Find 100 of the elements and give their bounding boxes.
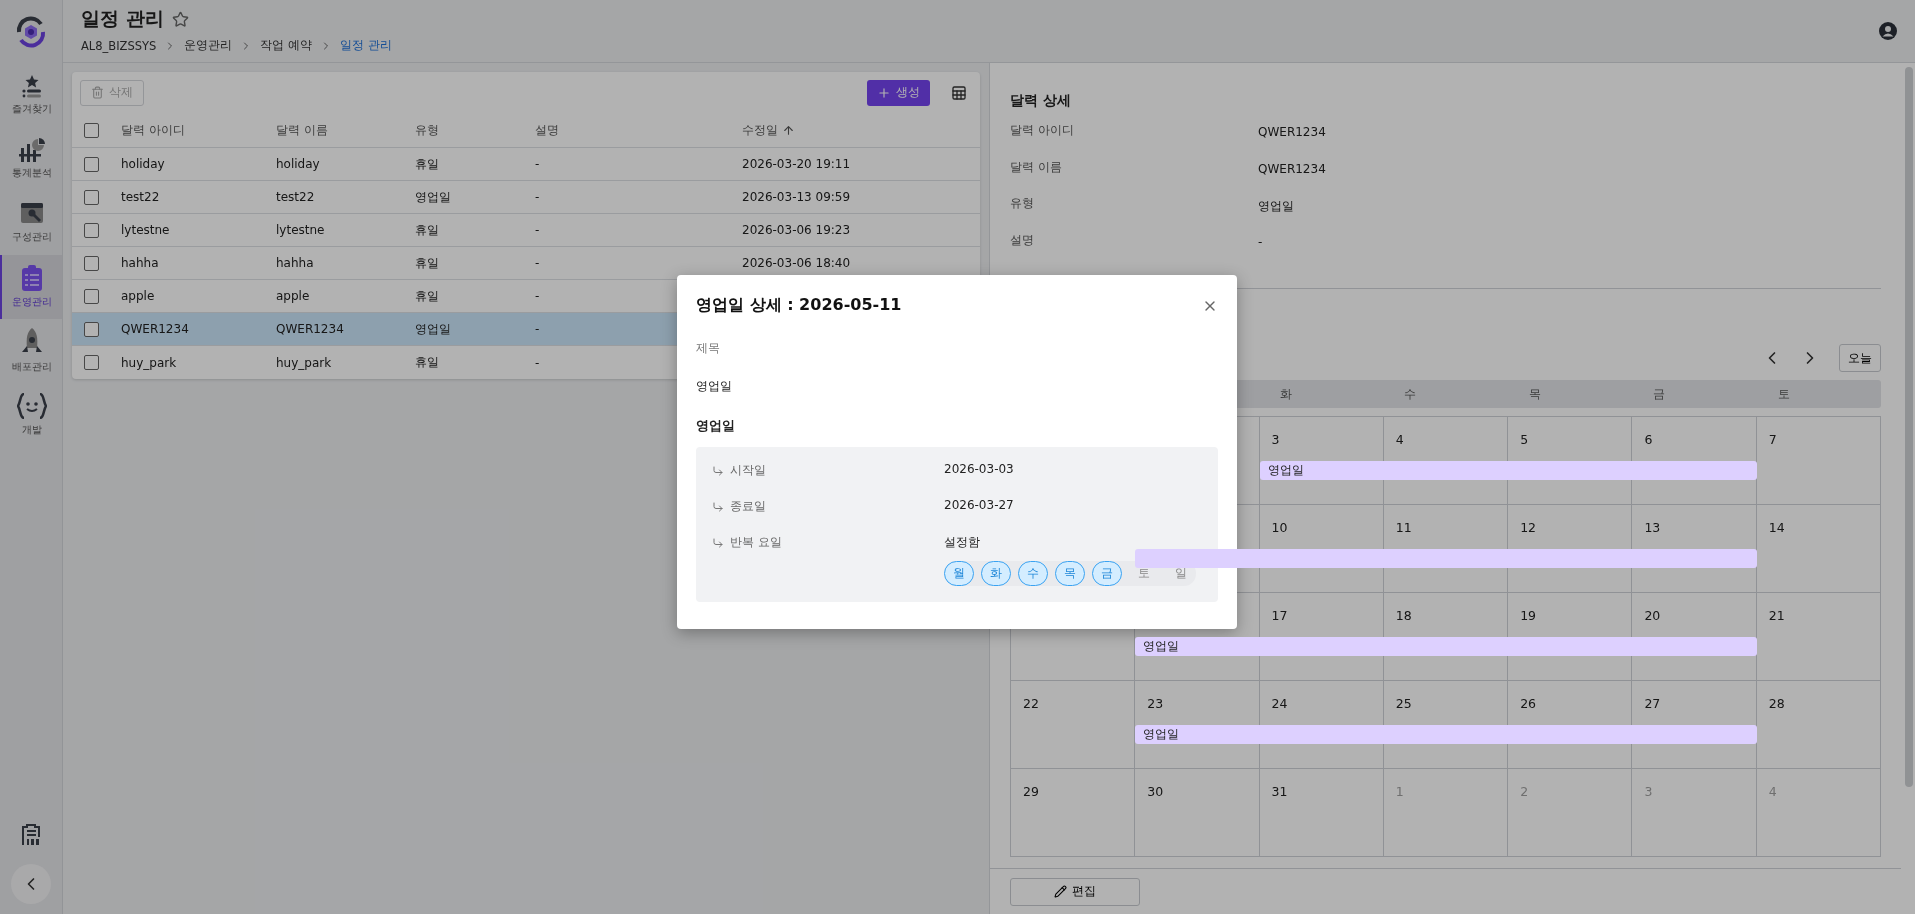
checkbox[interactable] [84, 321, 99, 337]
checkbox[interactable] [84, 189, 99, 205]
calendar-day[interactable]: 22 [1023, 696, 1039, 711]
field-value: 영업일 [696, 378, 733, 395]
table-cell-text: 휴일 [415, 254, 440, 272]
table-cell-text: 영업일 [415, 320, 452, 338]
calendar-day[interactable]: 30 [1147, 784, 1164, 799]
table-cell-text: test22 [121, 190, 161, 204]
page-title: 일정 관리 [81, 6, 164, 31]
checkbox[interactable] [84, 288, 99, 304]
section-title: 영업일 [696, 417, 736, 435]
event-bar[interactable]: 영업일 [1259, 461, 1757, 480]
sidebar-item[interactable]: 즐겨찾기 [0, 63, 62, 127]
table-cell-text: - [535, 322, 541, 336]
table-row[interactable]: holiday holiday 휴일 - 2026-03-20 19:11 [72, 148, 980, 181]
calendar-day[interactable]: 19 [1520, 608, 1537, 623]
table-cell-text: - [535, 157, 541, 171]
calendar-day[interactable]: 18 [1395, 608, 1412, 623]
breadcrumb-link[interactable]: AL8_BIZSSYS [81, 38, 157, 53]
create-button[interactable]: 생성 [867, 79, 930, 106]
section-title: 달력 상세 [1010, 91, 1072, 110]
breadcrumb-link[interactable]: 운영관리 [184, 38, 233, 53]
event-label: 영업일 [1143, 726, 1180, 743]
calendar-day[interactable]: 14 [1768, 520, 1785, 535]
calendar-day[interactable]: 10 [1271, 520, 1288, 535]
sidebar-item[interactable]: 운영관리 [0, 255, 62, 319]
sidebar-item[interactable]: 개발 [0, 383, 62, 447]
indent-arrow-icon [712, 500, 724, 513]
favorite-star-icon[interactable] [171, 10, 189, 28]
table-cell-text: - [535, 190, 541, 204]
table-cell-text: - [535, 223, 541, 237]
checkbox[interactable] [84, 355, 99, 370]
field-label: 유형 [1010, 195, 1035, 212]
table-cell-text: - [535, 256, 541, 270]
table-cell-text: 2026-03-06 19:23 [742, 223, 852, 237]
checkbox[interactable] [84, 122, 99, 138]
calendar-day[interactable]: 17 [1271, 608, 1288, 623]
chart-icon [19, 138, 45, 162]
table-cell-text: lytestne [276, 223, 326, 237]
calendar-day[interactable]: 20 [1644, 608, 1661, 623]
edit-button[interactable]: 편집 [1010, 877, 1140, 906]
calendar-day[interactable]: 4 [1395, 432, 1404, 447]
calendar-day[interactable]: 31 [1271, 784, 1288, 799]
calendar-day[interactable]: 5 [1520, 432, 1529, 447]
breadcrumb-link[interactable]: 작업 예약 [260, 38, 313, 53]
calendar-day[interactable]: 28 [1768, 696, 1785, 711]
table-cell-text: 휴일 [415, 155, 440, 173]
detail-value: 설정함 [944, 534, 981, 551]
table-cell-text: holiday [276, 157, 321, 171]
calendar-day[interactable]: 24 [1271, 696, 1288, 711]
weekday-label: 토 [1776, 385, 1791, 403]
column-header[interactable]: 설명 [535, 121, 742, 139]
detail-value: 2026-03-03 [944, 462, 1015, 476]
checkbox[interactable] [84, 255, 99, 271]
sidebar-item[interactable]: 구성관리 [0, 191, 62, 255]
calendar-day[interactable]: 27 [1644, 696, 1661, 711]
detail-label: 반복 요일 [730, 534, 782, 551]
calendar-day[interactable]: 7 [1768, 432, 1777, 447]
calendar-day[interactable]: 21 [1768, 608, 1785, 623]
clipboard-icon [20, 265, 44, 291]
column-header[interactable]: 수정일 [742, 121, 980, 139]
column-header[interactable]: 유형 [415, 121, 535, 139]
table-cell-text: - [535, 355, 541, 370]
field-label: 설명 [1010, 231, 1035, 249]
field-label: 달력 아이디 [1010, 122, 1075, 139]
window-wrench-icon [20, 202, 44, 226]
weekday-label: 수 [1403, 385, 1418, 403]
calendar-day[interactable]: 23 [1147, 696, 1164, 711]
calendar-day[interactable]: 13 [1644, 520, 1661, 535]
table-cell-text: lytestne [121, 223, 171, 237]
calendar-day[interactable]: 25 [1395, 696, 1412, 711]
calendar-day[interactable]: 6 [1644, 432, 1653, 447]
star-list-icon [20, 74, 44, 98]
field-value: - [1258, 233, 1264, 251]
table-row[interactable]: test22 test22 영업일 - 2026-03-13 09:59 [72, 181, 980, 214]
calendar-day[interactable]: 3 [1271, 432, 1280, 447]
calendar-day[interactable]: 26 [1520, 696, 1537, 711]
column-header[interactable]: 달력 아이디 [121, 121, 276, 139]
calendar-day[interactable]: 12 [1520, 520, 1537, 535]
breadcrumb-link[interactable]: 일정 관리 [340, 38, 392, 53]
user-icon[interactable] [1879, 22, 1897, 40]
column-header[interactable]: 달력 이름 [276, 121, 415, 139]
table-cell-text: - [535, 289, 541, 303]
checkbox[interactable] [84, 156, 99, 172]
event-bar[interactable]: 영업일 [1135, 725, 1757, 744]
today-button[interactable]: 오늘 [1839, 344, 1881, 372]
logo-icon [14, 14, 48, 49]
calendar-day[interactable]: 11 [1395, 520, 1412, 535]
table-cell-text: hahha [121, 256, 160, 270]
table-row[interactable]: lytestne lytestne 휴일 - 2026-03-06 19:23 [72, 214, 980, 247]
table-cell-text: huy_park [276, 355, 333, 370]
sidebar-item[interactable]: 배포관리 [0, 319, 62, 383]
calendar-day[interactable]: 29 [1023, 784, 1039, 799]
event-bar[interactable]: 영업일 [1135, 637, 1757, 656]
log-clipboard-icon[interactable] [21, 824, 41, 846]
detail-label: 시작일 [730, 462, 766, 479]
scrollbar[interactable] [1905, 67, 1913, 787]
table-cell-text: 휴일 [415, 354, 440, 371]
sidebar-item[interactable]: 통계분석 [0, 127, 62, 191]
checkbox[interactable] [84, 222, 99, 238]
